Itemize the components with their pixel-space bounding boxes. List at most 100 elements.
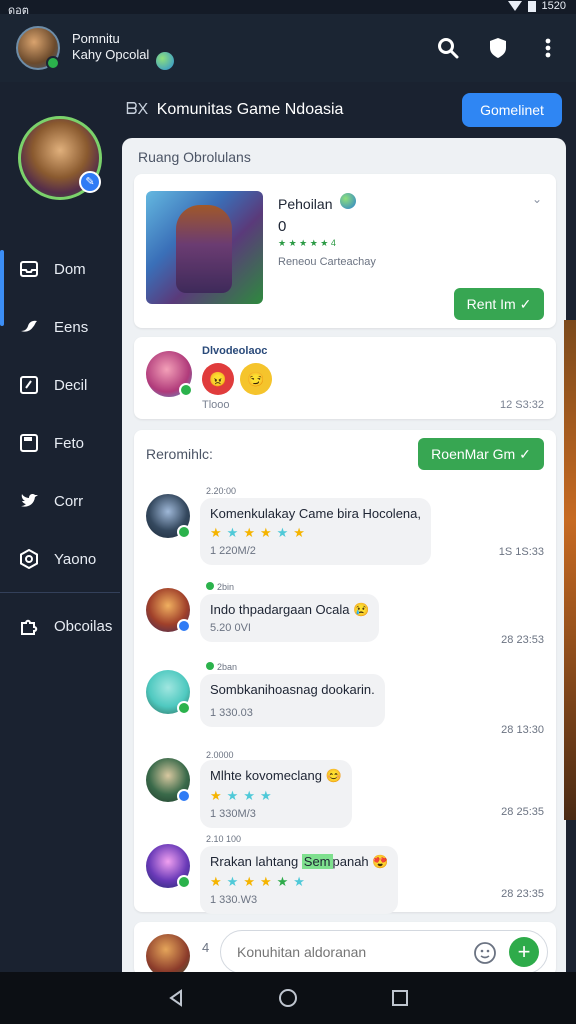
- chat-room-panel: Ruang Obrolulans Pehoilan 0 ★ ★ ★ ★ ★ 4 …: [122, 138, 566, 978]
- globe-icon: [340, 193, 356, 209]
- sidebar-profile-avatar[interactable]: ✎: [18, 116, 102, 200]
- message-meta: 2bin: [206, 582, 234, 592]
- status-bar: ดอต 1520: [0, 0, 576, 17]
- sidebar-item-label: Dom: [54, 260, 86, 278]
- bird-icon: [18, 316, 40, 338]
- message-time: 28 25:35: [501, 806, 544, 818]
- twitter-icon: [18, 490, 40, 512]
- app-title: Pomnitu Kahy Opcolal: [72, 31, 149, 63]
- angry-reaction-button[interactable]: 😠: [202, 363, 234, 395]
- inbox-icon: [18, 258, 40, 280]
- message-bubble: Mlhte kovomeclang 😊 ★★★★ 1 330M/3: [200, 760, 352, 828]
- emoji-icon[interactable]: [473, 941, 497, 965]
- system-nav-bar: [0, 972, 576, 1024]
- chevron-down-icon[interactable]: ⌄: [532, 192, 542, 206]
- sidebar-item-decil[interactable]: Decil: [0, 356, 120, 414]
- message-time: 1S 1S:33: [498, 546, 544, 558]
- message-input-wrapper: +: [220, 930, 548, 974]
- verified-icon: [177, 525, 191, 539]
- search-icon[interactable]: [436, 36, 460, 60]
- add-button[interactable]: +: [509, 937, 539, 967]
- message-stat: 1 330.W3: [210, 894, 258, 906]
- sidebar-item-label: Decil: [54, 376, 88, 394]
- message-meta: 2.20:00: [206, 486, 237, 496]
- sidebar-item-label: Corr: [54, 492, 84, 510]
- edit-badge-icon[interactable]: ✎: [79, 171, 101, 193]
- message-meta: 2.0000: [206, 750, 234, 760]
- home-icon[interactable]: [276, 986, 300, 1010]
- verified-icon: [177, 619, 191, 633]
- message-stat: 1 330M/3: [210, 808, 256, 820]
- message-bubble: Sombkanihoasnag dookarin. 1 330.03: [200, 674, 385, 727]
- message-stat: 5.20 0VI: [210, 622, 251, 634]
- sidebar: ✎ Dom Eens Decil Feto Corr Yaono Obcoila…: [0, 82, 120, 972]
- more-vertical-icon[interactable]: [536, 36, 560, 60]
- sidebar-item-label: Eens: [54, 318, 89, 336]
- avatar[interactable]: [146, 844, 191, 889]
- community-title: ᗷX Komunitas Game Ndoasia: [126, 101, 343, 119]
- message-bubble: Rrakan lahtang Sem panah 😍 ★★★★★★ 1 330.W…: [200, 846, 399, 914]
- app-title-line2: Kahy Opcolal: [72, 47, 150, 62]
- status-time: 1520: [541, 0, 566, 12]
- back-icon[interactable]: [164, 986, 188, 1010]
- signal-icon: [507, 1, 522, 11]
- message-time: 28 13:30: [501, 724, 544, 736]
- list-item[interactable]: 2.20:00 Komenkulakay Came bira Hocolena,…: [134, 482, 556, 572]
- message-text: Mlhte kovomeclang 😊: [210, 768, 342, 783]
- community-header: ᗷX Komunitas Game Ndoasia Gomelinet: [120, 82, 576, 140]
- top-app-bar: Pomnitu Kahy Opcolal: [0, 14, 576, 82]
- smirk-reaction-button[interactable]: 😏: [240, 363, 272, 395]
- feed-action-button[interactable]: RoenMar Gm ✓: [418, 438, 544, 470]
- background-decoration: [564, 320, 576, 820]
- user-avatar[interactable]: [16, 26, 60, 70]
- verified-icon: [177, 875, 191, 889]
- avatar[interactable]: [146, 588, 191, 633]
- hexagon-icon: [18, 548, 40, 570]
- avatar[interactable]: [146, 351, 193, 397]
- sidebar-item-feto[interactable]: Feto: [0, 414, 120, 472]
- avatar[interactable]: [146, 670, 191, 715]
- list-item[interactable]: 2.10 100 Rrakan lahtang Sem panah 😍 ★★★★★…: [134, 832, 556, 922]
- verified-icon: [179, 383, 193, 397]
- list-item[interactable]: 2bin Indo thpadargaan Ocala 😢 5.20 0VI 2…: [134, 578, 556, 668]
- rating-stars: ★★★★: [210, 788, 277, 803]
- message-composer: 4 +: [134, 922, 556, 978]
- game-character-art: [146, 191, 263, 304]
- recommendation-feed: Reromihlc: RoenMar Gm ✓ 2.20:00 Komenkul…: [134, 430, 556, 914]
- save-icon: [18, 432, 40, 454]
- online-dot-icon: [206, 582, 214, 590]
- profile-name: Pehoilan: [278, 196, 333, 212]
- community-title-prefix: ᗷX: [126, 101, 149, 118]
- reaction-title: Dlvodeolaoc: [202, 345, 268, 357]
- online-status-dot: [46, 56, 60, 70]
- sidebar-nav: Dom Eens Decil Feto Corr Yaono Obcoilas: [0, 240, 120, 655]
- reaction-time: 12 S3:32: [499, 399, 544, 411]
- sidebar-item-eens[interactable]: Eens: [0, 298, 120, 356]
- online-dot-icon: [206, 662, 214, 670]
- sidebar-item-dom[interactable]: Dom: [0, 240, 120, 326]
- message-time: 28 23:35: [501, 888, 544, 900]
- message-bubble: Komenkulakay Came bira Hocolena, ★★★★★★ …: [200, 498, 431, 565]
- recents-icon[interactable]: [388, 986, 412, 1010]
- rent-button[interactable]: Rent Im ✓: [454, 288, 544, 320]
- list-item[interactable]: 2.0000 Mlhte kovomeclang 😊 ★★★★ 1 330M/3…: [134, 748, 556, 838]
- message-meta: 2.10 100: [206, 834, 242, 844]
- sidebar-item-obcoilas[interactable]: Obcoilas: [0, 597, 120, 655]
- community-title-text: Komunitas Game Ndoasia: [156, 101, 344, 118]
- list-item[interactable]: 2ban Sombkanihoasnag dookarin. 1 330.03 …: [134, 658, 556, 748]
- profile-number: 0: [278, 218, 287, 235]
- globe-icon: [156, 52, 174, 70]
- message-text: Sombkanihoasnag dookarin.: [210, 682, 375, 697]
- feed-label: Reromihlc:: [146, 446, 213, 462]
- sidebar-item-corr[interactable]: Corr: [0, 472, 120, 530]
- edit-box-icon: [18, 374, 40, 396]
- battery-icon: [527, 0, 536, 12]
- header-action-button[interactable]: Gomelinet: [462, 93, 562, 127]
- message-text: Rrakan lahtang Sem panah 😍: [210, 854, 389, 869]
- shield-heart-icon[interactable]: [486, 36, 510, 60]
- message-input[interactable]: [237, 941, 467, 963]
- avatar[interactable]: [146, 758, 191, 803]
- reaction-card: Dlvodeolaoc 😠 😏 Tlooo 12 S3:32: [134, 337, 556, 419]
- avatar[interactable]: [146, 494, 191, 539]
- sidebar-item-yaono[interactable]: Yaono: [0, 530, 120, 588]
